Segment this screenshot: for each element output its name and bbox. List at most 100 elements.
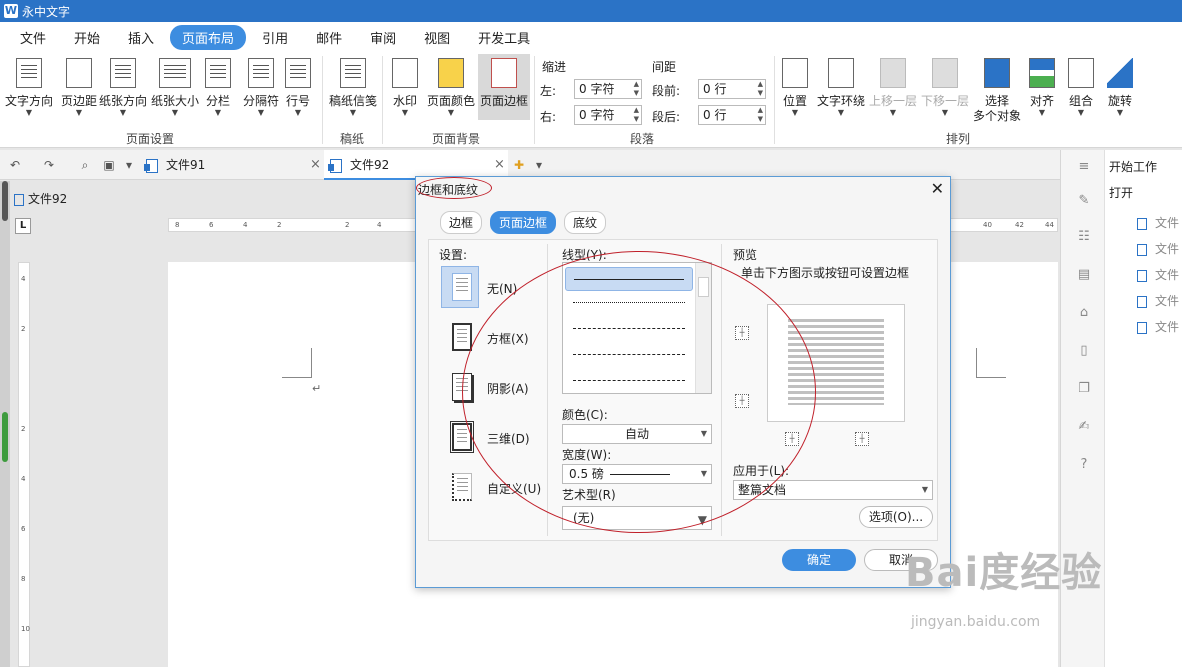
- spacing-after-input[interactable]: 0 行 ▲ ▼: [698, 105, 766, 125]
- setting-none[interactable]: [441, 266, 479, 308]
- line-style-dashed-small[interactable]: [565, 317, 693, 341]
- document-icon: [1137, 217, 1147, 230]
- setting-3d-label: 三维(D): [487, 432, 530, 446]
- left-border-toggle[interactable]: ┼: [785, 432, 799, 446]
- line-style-dash-dot[interactable]: [565, 369, 693, 393]
- setting-shadow[interactable]: [441, 366, 479, 408]
- line-style-dotted[interactable]: [565, 291, 693, 315]
- width-label: 宽度(W):: [562, 448, 612, 462]
- doc-tab-1[interactable]: 文件91 ×: [144, 150, 322, 180]
- help-icon[interactable]: ?: [1077, 458, 1091, 472]
- menu-tab-references[interactable]: 引用: [250, 25, 300, 50]
- line-numbers-button[interactable]: 行号 ▼: [278, 54, 318, 120]
- menu-tab-file[interactable]: 文件: [8, 25, 58, 50]
- breaks-icon: [248, 58, 274, 88]
- watermark-button[interactable]: 水印 ▼: [386, 54, 424, 120]
- recent-file-item[interactable]: 文件: [1137, 266, 1179, 283]
- close-icon[interactable]: ×: [310, 150, 321, 180]
- menu-tab-insert[interactable]: 插入: [116, 25, 166, 50]
- rotate-button[interactable]: 旋转 ▼: [1100, 54, 1140, 120]
- margins-button[interactable]: 页边距 ▼: [54, 54, 104, 120]
- page-border-button[interactable]: 页面边框: [478, 54, 530, 120]
- tab-borders[interactable]: 边框: [440, 211, 483, 234]
- setting-3d[interactable]: [441, 416, 479, 458]
- menu-tab-mail[interactable]: 邮件: [304, 25, 354, 50]
- top-border-toggle[interactable]: ┼: [735, 326, 749, 340]
- group-button[interactable]: 组合 ▼: [1062, 54, 1100, 120]
- select-objects-button[interactable]: 选择 多个对象: [972, 54, 1022, 123]
- orientation-button[interactable]: 纸张方向 ▼: [98, 54, 148, 120]
- width-select[interactable]: 0.5 磅 ▼: [562, 464, 712, 484]
- layers-icon[interactable]: ▤: [1077, 268, 1091, 282]
- new-document-icon[interactable]: ✚: [512, 158, 526, 172]
- right-border-toggle[interactable]: ┼: [855, 432, 869, 446]
- recent-file-item[interactable]: 文件: [1137, 318, 1179, 335]
- right-panel-open[interactable]: 打开: [1109, 184, 1133, 201]
- line-style-solid[interactable]: [565, 267, 693, 291]
- paragraph-mark: ↵: [312, 382, 322, 395]
- paper-size-button[interactable]: 纸张大小 ▼: [150, 54, 200, 120]
- text-direction-button[interactable]: 文字方向 ▼: [4, 54, 54, 120]
- page-setup-group-label: 页面设置: [126, 132, 175, 146]
- right-panel-title: 开始工作: [1109, 160, 1158, 174]
- document-icon: [144, 158, 158, 173]
- recent-file-item[interactable]: 文件: [1137, 292, 1179, 309]
- align-button[interactable]: 对齐 ▼: [1022, 54, 1062, 120]
- tab-shading[interactable]: 底纹: [564, 211, 607, 234]
- spacing-after-label: 段后:: [652, 110, 681, 124]
- menu-icon[interactable]: ≡: [1077, 160, 1091, 174]
- art-select[interactable]: (无) ▼: [562, 506, 712, 530]
- options-button[interactable]: 选项(O)...: [859, 506, 933, 528]
- tab-stop-selector[interactable]: L: [15, 218, 31, 234]
- vertical-ruler[interactable]: 4 2 2 4 6 8 10: [18, 262, 30, 667]
- line-style-list[interactable]: [562, 262, 712, 394]
- document-icon: [1137, 243, 1147, 256]
- left-handle[interactable]: [2, 181, 8, 221]
- clipboard-icon[interactable]: ▯: [1077, 344, 1091, 358]
- apply-to-label: 应用于(L):: [733, 464, 790, 478]
- spacing-before-input[interactable]: 0 行 ▲ ▼: [698, 79, 766, 99]
- chevron-down-icon[interactable]: ▾: [532, 158, 546, 172]
- sliders-icon[interactable]: ☷: [1077, 230, 1091, 244]
- send-backward-button[interactable]: 下移一层 ▼: [920, 54, 970, 120]
- pen-icon[interactable]: ✎: [1077, 194, 1091, 208]
- edit-icon[interactable]: ✍: [1077, 420, 1091, 434]
- left-scroll-thumb[interactable]: [2, 412, 8, 462]
- position-button[interactable]: 位置 ▼: [778, 54, 812, 120]
- line-style-scrollbar[interactable]: [695, 263, 711, 393]
- menu-tab-review[interactable]: 审阅: [358, 25, 408, 50]
- color-select[interactable]: 自动 ▼: [562, 424, 712, 444]
- border-preview[interactable]: [767, 304, 905, 422]
- columns-button[interactable]: 分栏 ▼: [196, 54, 240, 120]
- menu-tab-home[interactable]: 开始: [62, 25, 112, 50]
- ok-button[interactable]: 确定: [782, 549, 856, 571]
- orientation-icon: [110, 58, 136, 88]
- save-icon[interactable]: ▣: [102, 158, 116, 172]
- close-icon[interactable]: ✕: [931, 179, 944, 198]
- bring-forward-button[interactable]: 上移一层 ▼: [868, 54, 918, 120]
- indent-left-input[interactable]: 0 字符 ▲ ▼: [574, 79, 642, 99]
- menu-tab-page-layout[interactable]: 页面布局: [170, 24, 247, 50]
- print-preview-icon[interactable]: ⌕: [78, 158, 92, 172]
- setting-box[interactable]: [441, 316, 479, 358]
- setting-custom[interactable]: [441, 466, 479, 508]
- manuscript-button[interactable]: 稿纸信笺 ▼: [326, 54, 380, 120]
- redo-icon[interactable]: ↷: [42, 158, 56, 172]
- lock-icon[interactable]: ⌂: [1077, 306, 1091, 320]
- copy-icon[interactable]: ❐: [1077, 382, 1091, 396]
- bottom-border-toggle[interactable]: ┼: [735, 394, 749, 408]
- menu-tab-view[interactable]: 视图: [412, 25, 462, 50]
- menu-tab-developer[interactable]: 开发工具: [466, 25, 542, 50]
- page-color-button[interactable]: 页面颜色 ▼: [426, 54, 476, 120]
- undo-icon[interactable]: ↶: [8, 158, 22, 172]
- line-style-dashed[interactable]: [565, 343, 693, 367]
- indent-right-input[interactable]: 0 字符 ▲ ▼: [574, 105, 642, 125]
- text-wrap-icon: [828, 58, 854, 88]
- recent-file-item[interactable]: 文件: [1137, 214, 1179, 231]
- customize-icon[interactable]: ▾: [122, 158, 136, 172]
- setting-shadow-label: 阴影(A): [487, 382, 529, 396]
- apply-to-select[interactable]: 整篇文档 ▼: [733, 480, 933, 500]
- tab-page-border[interactable]: 页面边框: [490, 211, 557, 234]
- text-wrap-button[interactable]: 文字环绕 ▼: [816, 54, 866, 120]
- recent-file-item[interactable]: 文件: [1137, 240, 1179, 257]
